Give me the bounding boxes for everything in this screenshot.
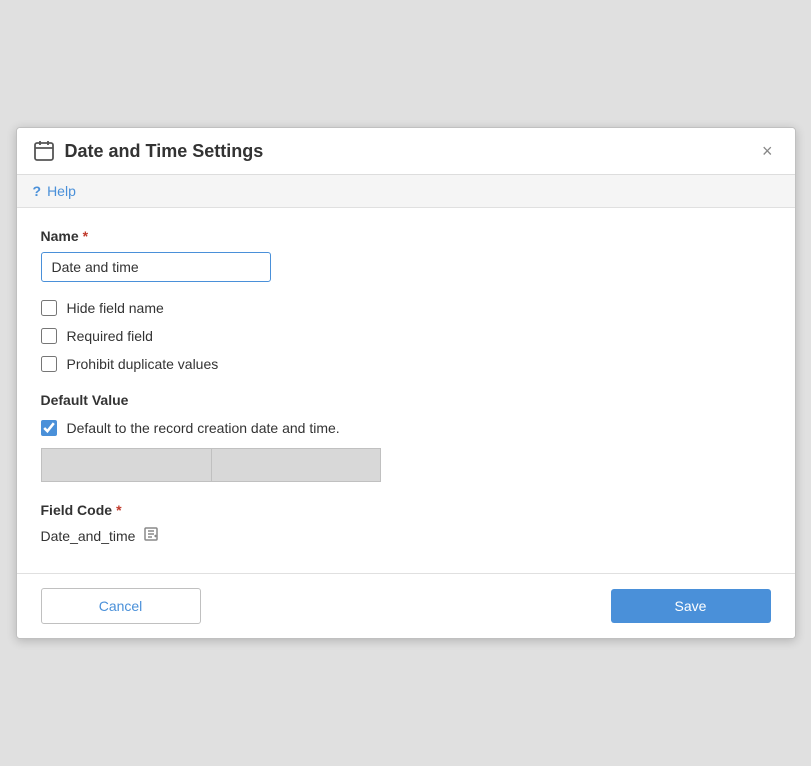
field-code-section: Field Code * Date_and_time [41, 502, 771, 545]
help-link[interactable]: Help [47, 183, 76, 199]
save-button[interactable]: Save [611, 589, 771, 623]
default-value-group: Default Value Default to the record crea… [41, 392, 771, 482]
default-creation-date-label: Default to the record creation date and … [67, 420, 340, 436]
field-code-required-star: * [116, 502, 121, 518]
hide-field-name-item[interactable]: Hide field name [41, 300, 771, 316]
edit-field-code-icon[interactable] [143, 526, 159, 545]
name-field-group: Name * [41, 228, 771, 282]
help-bar: ? Help [17, 175, 795, 208]
name-label: Name * [41, 228, 771, 244]
name-input[interactable] [41, 252, 271, 282]
default-value-check-row: Default to the record creation date and … [41, 420, 771, 436]
date-input-box-1[interactable] [41, 448, 211, 482]
required-field-item[interactable]: Required field [41, 328, 771, 344]
cancel-button[interactable]: Cancel [41, 588, 201, 624]
field-code-label: Field Code * [41, 502, 771, 518]
hide-field-name-label: Hide field name [67, 300, 164, 316]
close-button[interactable]: × [756, 140, 779, 162]
prohibit-duplicate-checkbox[interactable] [41, 356, 57, 372]
calendar-icon [33, 140, 55, 162]
default-value-title: Default Value [41, 392, 771, 408]
required-field-label: Required field [67, 328, 153, 344]
name-required-star: * [83, 228, 88, 244]
default-creation-date-checkbox[interactable] [41, 420, 57, 436]
dialog-title-text: Date and Time Settings [65, 141, 264, 162]
checkbox-group: Hide field name Required field Prohibit … [41, 300, 771, 372]
dialog-footer: Cancel Save [17, 573, 795, 638]
required-field-checkbox[interactable] [41, 328, 57, 344]
help-icon: ? [33, 183, 42, 199]
field-code-text: Date_and_time [41, 528, 136, 544]
hide-field-name-checkbox[interactable] [41, 300, 57, 316]
prohibit-duplicate-item[interactable]: Prohibit duplicate values [41, 356, 771, 372]
dialog-title: Date and Time Settings [33, 140, 264, 162]
prohibit-duplicate-label: Prohibit duplicate values [67, 356, 219, 372]
date-time-settings-dialog: Date and Time Settings × ? Help Name * H… [16, 127, 796, 639]
date-inputs-row [41, 448, 771, 482]
dialog-header: Date and Time Settings × [17, 128, 795, 175]
date-input-box-2[interactable] [211, 448, 381, 482]
dialog-body: Name * Hide field name Required field Pr… [17, 208, 795, 573]
field-code-value-row: Date_and_time [41, 526, 771, 545]
